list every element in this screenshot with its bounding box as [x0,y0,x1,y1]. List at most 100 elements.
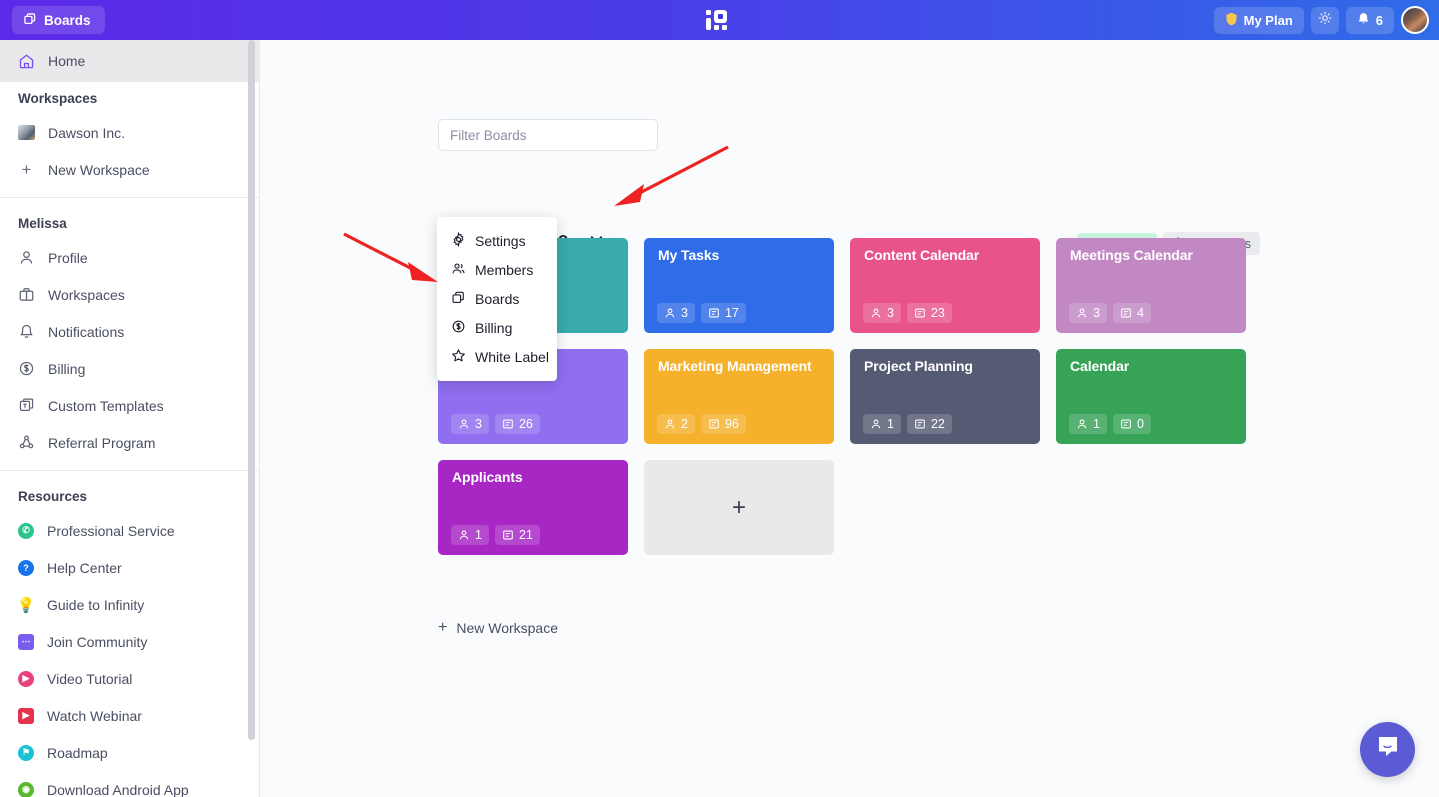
board-items-stat: 21 [494,525,540,545]
star-icon [451,348,466,366]
sidebar-item-profile[interactable]: Profile [0,239,259,276]
sidebar-heading-melissa: Melissa [18,215,67,231]
board-members-count: 3 [475,417,482,431]
new-workspace-button[interactable]: + New Workspace [438,619,559,637]
board-card[interactable]: My Tasks 3 17 [644,238,834,333]
filter-boards-input[interactable] [438,119,658,151]
board-items-count: 21 [518,528,533,542]
add-board-button[interactable]: + [644,460,834,555]
flag-icon: ⚑ [18,744,34,761]
board-card-title: Calendar [1070,358,1130,374]
board-card-title: Project Planning [864,358,973,374]
webinar-icon: ▶ [18,707,34,724]
board-card-title: My Tasks [658,247,720,263]
dropdown-item-label: White Label [475,348,549,365]
sidebar-divider-2 [0,470,259,471]
sidebar-item-new-workspace[interactable]: + New Workspace [0,151,259,188]
sidebar-item-billing[interactable]: Billing [0,350,259,387]
sidebar-scrollbar[interactable] [248,40,255,740]
briefcase-icon [18,286,35,303]
board-items-count: 0 [1136,417,1144,431]
board-items-count: 17 [724,306,739,320]
board-members-stat: 1 [451,525,489,545]
board-members-stat: 2 [657,414,695,434]
person-icon [18,249,35,266]
sidebar-res-label-3: Join Community [47,633,148,650]
sidebar-item-referral-program[interactable]: Referral Program [0,424,259,461]
sidebar-item-guide-to-infinity[interactable]: 💡 Guide to Infinity [0,586,259,623]
top-bar: Boards My Plan 6 [0,0,1439,40]
sidebar-item-watch-webinar[interactable]: ▶ Watch Webinar [0,697,259,734]
board-card[interactable]: Calendar 1 0 [1056,349,1246,444]
theme-toggle-button[interactable] [1310,6,1339,34]
people-icon [451,261,466,279]
lightbulb-icon: 💡 [16,596,36,614]
board-card-stats: 3 4 [1069,303,1151,323]
template-icon [18,397,35,414]
top-bar-actions: My Plan 6 [1213,0,1429,40]
sidebar-item-workspaces[interactable]: Workspaces [0,276,259,313]
sidebar-item-billing-label: Billing [48,360,86,377]
boards-nav-label: Boards [44,12,91,28]
board-card-stats: 1 22 [863,414,952,434]
board-items-stat: 22 [906,414,952,434]
plus-icon: + [731,493,746,521]
sidebar-item-download-android-app[interactable]: ◉ Download Android App [0,771,259,797]
sidebar-res-label-7: Download Android App [47,781,189,797]
plus-icon: + [438,619,448,636]
board-members-stat: 1 [1069,414,1107,434]
dropdown-item-settings[interactable]: Settings [437,226,557,255]
board-members-count: 2 [681,417,688,431]
user-avatar[interactable] [1401,6,1429,34]
board-card[interactable]: Meetings Calendar 3 4 [1056,238,1246,333]
dropdown-item-members[interactable]: Members [437,255,557,284]
sidebar-item-roadmap[interactable]: ⚑ Roadmap [0,734,259,771]
home-icon [18,53,35,70]
chat-widget-button[interactable] [1360,722,1415,777]
sidebar-res-label-1: Help Center [47,559,122,576]
board-members-count: 1 [475,528,482,542]
dropdown-item-label: Boards [475,290,520,307]
dollar-circle-icon [18,360,35,377]
board-card[interactable]: Marketing Management 2 96 [644,349,834,444]
sidebar-res-label-5: Watch Webinar [47,707,142,724]
board-items-stat: 17 [700,303,746,323]
notifications-button[interactable]: 6 [1345,6,1394,34]
boards-nav-button[interactable]: Boards [12,6,105,34]
dropdown-item-billing[interactable]: Billing [437,313,557,342]
sidebar-item-notifications[interactable]: Notifications [0,313,259,350]
board-items-count: 26 [518,417,533,431]
board-card[interactable]: Content Calendar 3 23 [850,238,1040,333]
board-items-stat: 23 [906,303,952,323]
board-card[interactable]: Project Planning 1 22 [850,349,1040,444]
board-card-title: Applicants [452,469,523,485]
board-card-stats: 1 0 [1069,414,1151,434]
sidebar-item-custom-templates[interactable]: Custom Templates [0,387,259,424]
my-plan-button[interactable]: My Plan [1213,6,1304,34]
gear-icon [451,231,466,250]
sidebar-item-dawson-inc[interactable]: Dawson Inc. [0,114,259,151]
sidebar-res-label-2: Guide to Infinity [47,596,145,613]
board-members-stat: 3 [863,303,901,323]
board-card-stats: 3 17 [657,303,746,323]
board-members-stat: 3 [451,414,489,434]
workspace-dropdown-menu: Settings Members Boards Billing White La… [437,217,557,381]
sidebar-new-workspace-label: New Workspace [48,161,150,178]
board-card-stats: 3 23 [863,303,952,323]
board-items-count: 23 [930,306,945,320]
new-workspace-label: New Workspace [456,620,559,636]
play-icon: ▶ [18,670,34,687]
sidebar-item-home[interactable]: Home [0,40,259,82]
dropdown-item-boards[interactable]: Boards [437,284,557,313]
sun-icon [1318,11,1332,30]
sidebar-item-join-community[interactable]: ⋯ Join Community [0,623,259,660]
board-card[interactable]: Applicants 1 21 [438,460,628,555]
sidebar-res-label-6: Roadmap [47,744,108,761]
dropdown-item-white-label[interactable]: White Label [437,342,557,371]
sidebar-item-professional-service[interactable]: ✆ Professional Service [0,512,259,549]
sidebar-item-help-center[interactable]: ? Help Center [0,549,259,586]
board-members-count: 3 [681,306,688,320]
board-members-count: 1 [887,417,894,431]
sidebar-item-video-tutorial[interactable]: ▶ Video Tutorial [0,660,259,697]
sidebar-res-label-0: Professional Service [47,522,175,539]
